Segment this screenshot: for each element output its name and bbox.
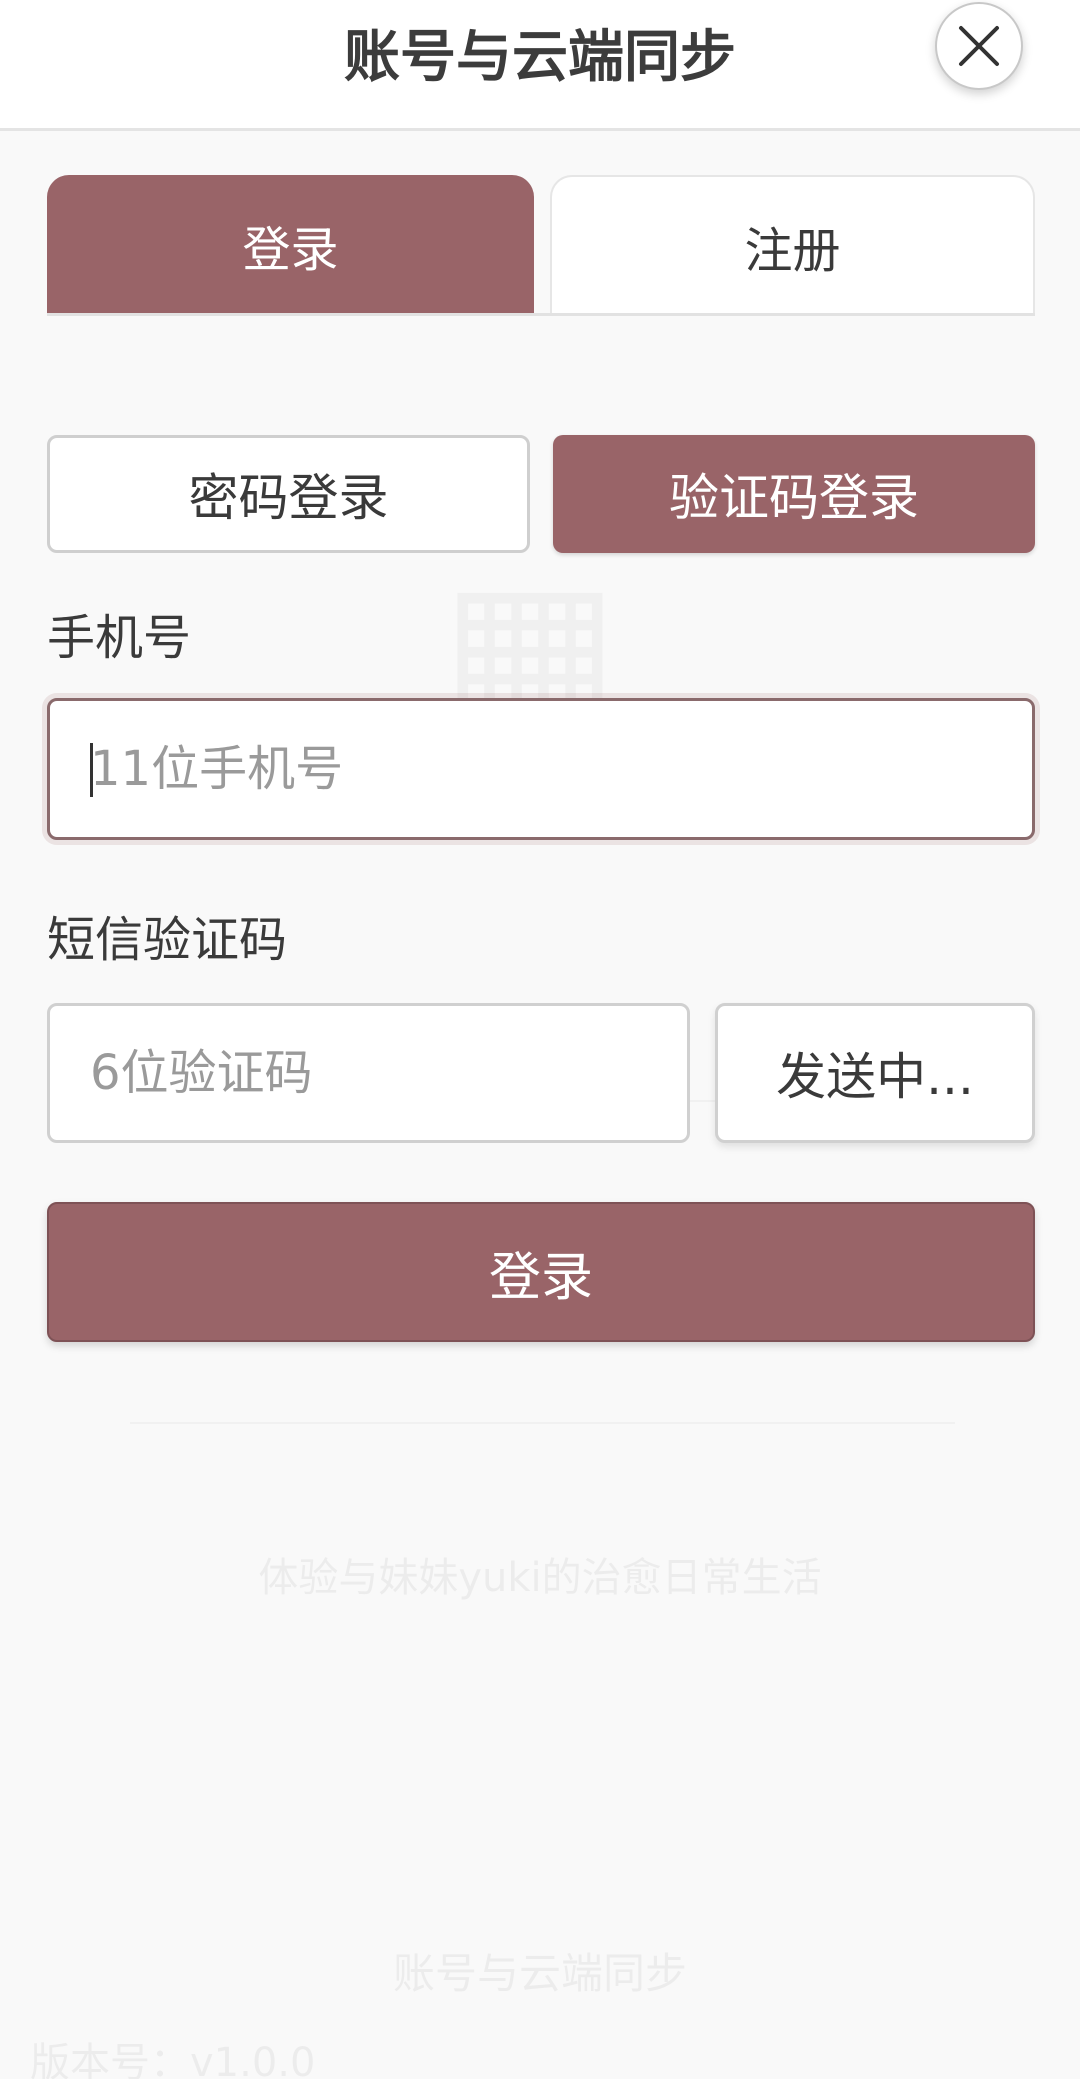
tab-login[interactable]: 登录 <box>47 175 534 315</box>
login-submit-label: 登录 <box>488 1247 593 1308</box>
tab-register[interactable]: 注册 <box>550 175 1035 315</box>
tab-divider <box>47 313 1035 316</box>
phone-input[interactable] <box>47 698 1035 840</box>
text-caret <box>90 743 93 797</box>
page-title: 账号与云端同步 <box>344 25 736 90</box>
tab-register-label: 注册 <box>744 223 841 279</box>
close-icon <box>959 26 999 66</box>
send-code-label: 发送中... <box>776 1048 974 1106</box>
code-login-label: 验证码登录 <box>669 469 919 527</box>
send-code-button[interactable]: 发送中... <box>715 1003 1035 1143</box>
close-button[interactable] <box>935 2 1023 90</box>
password-login-label: 密码登录 <box>188 469 389 527</box>
phone-label: 手机号 <box>47 610 192 666</box>
code-input[interactable] <box>47 1003 690 1143</box>
background-footer-title: 账号与云端同步 <box>392 1949 687 1998</box>
password-login-button[interactable]: 密码登录 <box>47 435 530 553</box>
login-submit-button[interactable]: 登录 <box>47 1202 1035 1342</box>
background-subtitle: 体验与妹妹yuki的治愈日常生活 <box>258 1555 822 1601</box>
background-version: 版本号：v1.0.0 <box>30 2040 316 2079</box>
login-screen: ▦ 体验与妹妹yuki的治愈日常生活 账号与云端同步 版本号：v1.0.0 账号… <box>0 0 1080 2079</box>
code-login-button[interactable]: 验证码登录 <box>553 435 1035 553</box>
tab-login-label: 登录 <box>242 222 339 278</box>
header: 账号与云端同步 <box>0 0 1080 131</box>
code-label: 短信验证码 <box>47 912 288 968</box>
